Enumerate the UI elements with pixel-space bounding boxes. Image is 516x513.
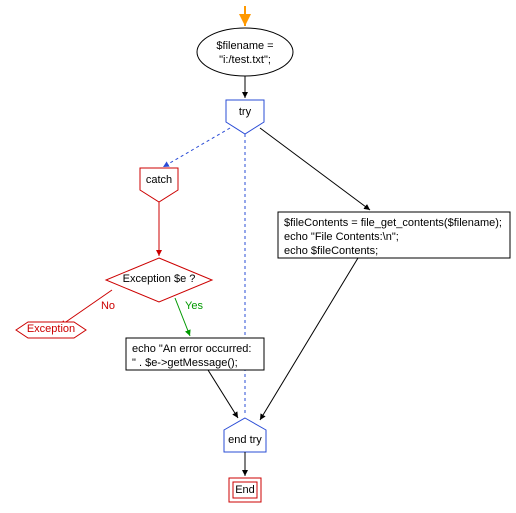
end-text: End [229,484,261,498]
try-body-line2: echo "File Contents:\n"; [284,231,399,243]
catch-body-text: echo "An error occurred: " . $e->getMess… [132,343,260,371]
init-text: $filename = "i:/test.txt"; [205,40,285,68]
yes-label: Yes [180,300,208,314]
decision-text: Exception $e ? [112,273,206,287]
edge-try-body [260,128,370,210]
init-line2: "i:/test.txt"; [219,54,271,66]
try-body-text: $fileContents = file_get_contents($filen… [284,217,506,258]
no-label: No [96,300,120,314]
exception-text: Exception [20,323,82,337]
try-text: try [226,106,264,120]
try-body-line3: echo $fileContents; [284,245,378,257]
try-body-line1: $fileContents = file_get_contents($filen… [284,217,502,229]
edge-try-catch [163,128,230,167]
edge-catchbody-endtry [208,370,238,418]
flowchart-canvas: $filename = "i:/test.txt"; try catch $fi… [0,0,516,513]
catch-body-line2: " . $e->getMessage(); [132,357,238,369]
catch-body-line1: echo "An error occurred: [132,343,251,355]
init-line1: $filename = [216,40,273,52]
edge-body-endtry [260,258,358,420]
catch-text: catch [140,174,178,188]
end-try-text: end try [224,434,266,448]
